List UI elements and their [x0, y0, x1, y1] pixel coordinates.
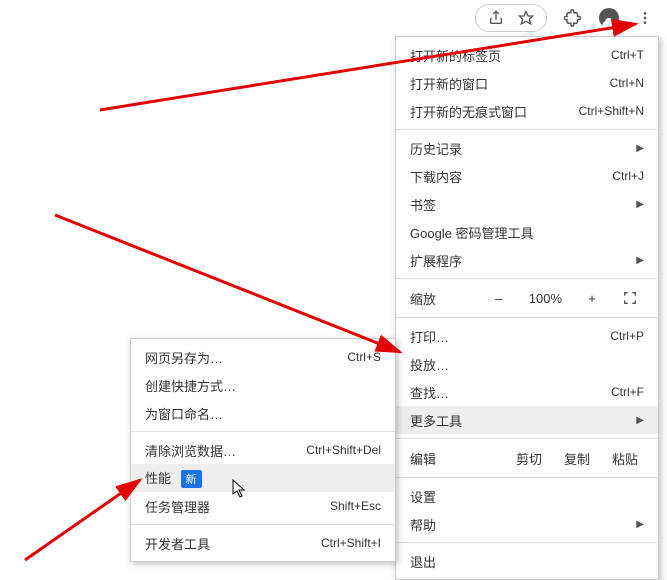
menu-button[interactable] — [631, 4, 659, 32]
menu-label: 缩放 — [410, 289, 475, 308]
menu-label: 网页另存为… — [145, 348, 333, 367]
new-badge: 新 — [181, 470, 202, 488]
menu-item-extensions[interactable]: 扩展程序 ▶ — [396, 246, 658, 274]
menu-item-exit[interactable]: 退出 — [396, 547, 658, 575]
menu-label: 打印… — [410, 327, 596, 346]
menu-separator — [396, 542, 658, 543]
menu-item-find[interactable]: 查找… Ctrl+F — [396, 378, 658, 406]
menu-separator — [396, 278, 658, 279]
menu-label: 投放… — [410, 355, 644, 374]
menu-shortcut: Shift+Esc — [330, 499, 381, 513]
more-tools-submenu: 网页另存为… Ctrl+S 创建快捷方式… 为窗口命名… 清除浏览数据… Ctr… — [130, 338, 396, 562]
menu-separator — [131, 524, 395, 525]
menu-item-new-tab[interactable]: 打开新的标签页 Ctrl+T — [396, 41, 658, 69]
profile-avatar-icon — [599, 8, 619, 28]
menu-item-new-window[interactable]: 打开新的窗口 Ctrl+N — [396, 69, 658, 97]
submenu-arrow-icon: ▶ — [636, 519, 644, 530]
menu-item-downloads[interactable]: 下载内容 Ctrl+J — [396, 162, 658, 190]
menu-item-zoom: 缩放 – 100% + — [396, 283, 658, 313]
menu-item-help[interactable]: 帮助 ▶ — [396, 510, 658, 538]
menu-separator — [131, 431, 395, 432]
perf-label-text: 性能 — [145, 471, 171, 486]
menu-item-new-incognito[interactable]: 打开新的无痕式窗口 Ctrl+Shift+N — [396, 97, 658, 125]
menu-shortcut: Ctrl+P — [610, 329, 644, 343]
menu-kebab-icon — [637, 10, 653, 26]
zoom-value: 100% — [523, 287, 568, 309]
menu-shortcut: Ctrl+Shift+I — [321, 536, 381, 550]
menu-shortcut: Ctrl+Shift+N — [579, 104, 644, 118]
edit-cut-button[interactable]: 剪切 — [510, 447, 548, 469]
menu-label: 查找… — [410, 383, 597, 402]
menu-label: 帮助 — [410, 515, 622, 534]
menu-separator — [396, 317, 658, 318]
menu-label: 历史记录 — [410, 139, 622, 158]
menu-item-bookmarks[interactable]: 书签 ▶ — [396, 190, 658, 218]
submenu-item-dev-tools[interactable]: 开发者工具 Ctrl+Shift+I — [131, 529, 395, 557]
submenu-item-create-shortcut[interactable]: 创建快捷方式… — [131, 371, 395, 399]
share-icon[interactable] — [486, 8, 506, 28]
zoom-in-button[interactable]: + — [578, 287, 606, 309]
menu-label: 创建快捷方式… — [145, 376, 381, 395]
menu-separator — [396, 438, 658, 439]
menu-item-settings[interactable]: 设置 — [396, 482, 658, 510]
submenu-item-save-as[interactable]: 网页另存为… Ctrl+S — [131, 343, 395, 371]
menu-shortcut: Ctrl+N — [610, 76, 644, 90]
menu-label: 打开新的标签页 — [410, 46, 597, 65]
submenu-item-name-window[interactable]: 为窗口命名… — [131, 399, 395, 427]
menu-label: 任务管理器 — [145, 497, 316, 516]
menu-label: 更多工具 — [410, 411, 622, 430]
menu-label: 开发者工具 — [145, 534, 307, 553]
browser-toolbar — [0, 0, 667, 36]
menu-label: 退出 — [410, 552, 644, 571]
menu-label: 清除浏览数据… — [145, 441, 292, 460]
menu-label: 设置 — [410, 487, 644, 506]
menu-label: 编辑 — [410, 449, 500, 468]
menu-item-edit: 编辑 剪切 复制 粘贴 — [396, 443, 658, 473]
menu-shortcut: Ctrl+Shift+Del — [306, 443, 381, 457]
menu-item-passwords[interactable]: Google 密码管理工具 — [396, 218, 658, 246]
fullscreen-icon[interactable] — [616, 287, 644, 309]
menu-item-print[interactable]: 打印… Ctrl+P — [396, 322, 658, 350]
menu-shortcut: Ctrl+J — [612, 169, 644, 183]
edit-paste-button[interactable]: 粘贴 — [606, 447, 644, 469]
browser-main-menu: 打开新的标签页 Ctrl+T 打开新的窗口 Ctrl+N 打开新的无痕式窗口 C… — [395, 36, 659, 580]
menu-separator — [396, 477, 658, 478]
menu-item-more-tools[interactable]: 更多工具 ▶ — [396, 406, 658, 434]
submenu-arrow-icon: ▶ — [636, 415, 644, 426]
menu-label: 书签 — [410, 195, 622, 214]
submenu-item-performance[interactable]: 性能 新 — [131, 464, 395, 492]
menu-label: 打开新的无痕式窗口 — [410, 102, 565, 121]
address-bar-end — [475, 4, 547, 32]
menu-shortcut: Ctrl+T — [611, 48, 644, 62]
menu-shortcut: Ctrl+S — [347, 350, 381, 364]
menu-label: 下载内容 — [410, 167, 598, 186]
menu-separator — [396, 129, 658, 130]
menu-label: 性能 新 — [145, 468, 381, 488]
menu-label: Google 密码管理工具 — [410, 223, 644, 242]
menu-shortcut: Ctrl+F — [611, 385, 644, 399]
menu-label: 为窗口命名… — [145, 404, 381, 423]
edit-copy-button[interactable]: 复制 — [558, 447, 596, 469]
submenu-item-clear-data[interactable]: 清除浏览数据… Ctrl+Shift+Del — [131, 436, 395, 464]
submenu-arrow-icon: ▶ — [636, 255, 644, 266]
extensions-button[interactable] — [559, 4, 587, 32]
submenu-arrow-icon: ▶ — [636, 199, 644, 210]
submenu-item-task-manager[interactable]: 任务管理器 Shift+Esc — [131, 492, 395, 520]
menu-item-cast[interactable]: 投放… — [396, 350, 658, 378]
zoom-out-button[interactable]: – — [485, 287, 513, 309]
star-icon[interactable] — [516, 8, 536, 28]
menu-item-history[interactable]: 历史记录 ▶ — [396, 134, 658, 162]
menu-label: 打开新的窗口 — [410, 74, 596, 93]
profile-button[interactable] — [595, 4, 623, 32]
submenu-arrow-icon: ▶ — [636, 143, 644, 154]
menu-label: 扩展程序 — [410, 251, 622, 270]
